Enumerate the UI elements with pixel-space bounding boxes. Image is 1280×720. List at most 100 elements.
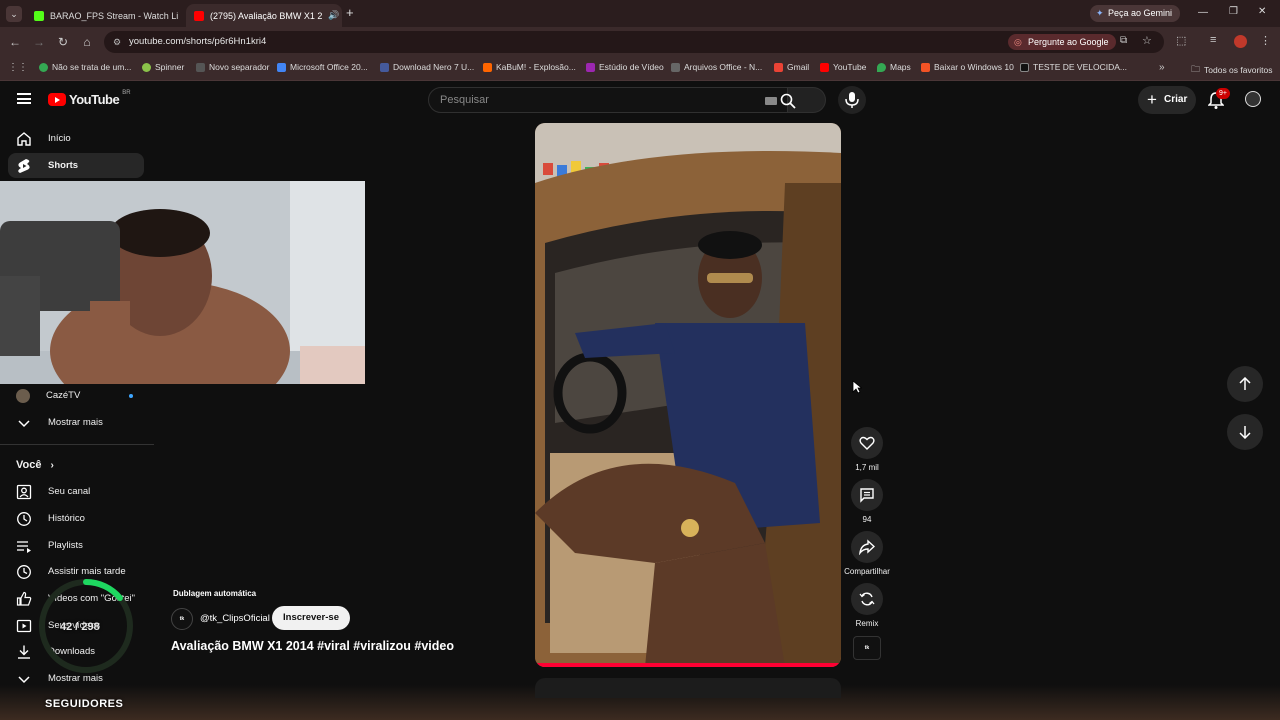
comment-count: 94 [862, 515, 872, 524]
you-section-heading[interactable]: Você › [16, 459, 54, 471]
remix-icon [859, 592, 875, 606]
bookmark-item[interactable]: TESTE DE VELOCIDA... [1020, 62, 1127, 72]
forward-icon[interactable]: → [32, 35, 46, 49]
bookmark-item[interactable]: Spinner [142, 62, 184, 72]
all-bookmarks-label: Todos os favoritos [1204, 65, 1273, 75]
follower-count: 42 / 298 [60, 621, 100, 633]
folder-icon: 🗀 [1191, 64, 1201, 74]
home-browser-icon[interactable]: ⌂ [80, 35, 94, 49]
arrow-down-icon [1239, 426, 1251, 439]
region-code: BR [122, 89, 131, 96]
bookmark-item[interactable]: Gmail [774, 62, 809, 72]
chevron-down-icon [18, 419, 30, 427]
sidebar-item-home[interactable]: Início [8, 126, 144, 151]
bookmark-item[interactable]: Arquivos Office - N... [671, 62, 762, 72]
sidebar-item-your-channel[interactable]: Seu canal [8, 479, 144, 504]
sidebar-item-history[interactable]: Histórico [8, 506, 144, 531]
gmail-icon [774, 62, 783, 72]
notification-badge: 9+ [1216, 88, 1230, 99]
sidebar-item-label: Playlists [48, 540, 83, 551]
ask-google-button[interactable]: ◎ Pergunte ao Google [1008, 34, 1116, 50]
remix-label: Remix [855, 619, 879, 628]
bookmark-favicon-icon [671, 62, 680, 72]
bookmark-label: Estúdio de Vídeo [599, 62, 664, 72]
like-button[interactable] [851, 427, 883, 459]
bookmark-label: Novo separador [209, 62, 270, 72]
bookmark-item[interactable]: Maps [877, 62, 911, 72]
show-more-subscriptions[interactable]: Mostrar mais [8, 410, 144, 435]
bookmark-label: Spinner [155, 62, 185, 72]
sidebar-item-label: Shorts [48, 160, 79, 171]
maximize-button[interactable]: ❐ [1229, 6, 1238, 17]
tab-search-icon[interactable]: ⌄ [6, 6, 22, 22]
more-bookmarks-icon[interactable]: » [1159, 62, 1165, 73]
close-window-button[interactable]: ✕ [1258, 6, 1266, 17]
bookmark-favicon-icon [483, 62, 492, 72]
sidebar-item-shorts[interactable]: Shorts [8, 153, 144, 178]
voice-search-button[interactable] [838, 86, 866, 114]
maps-icon [877, 62, 886, 72]
create-button[interactable]: + Criar [1138, 86, 1196, 114]
extensions-icon[interactable]: ⬚ [1176, 34, 1186, 47]
sidebar-item-cazetv[interactable]: CazéTV [8, 383, 144, 408]
sidebar-item-playlists[interactable]: Playlists [8, 533, 144, 558]
reload-icon[interactable]: ↻ [56, 35, 70, 49]
bookmark-favicon-icon [1020, 62, 1029, 72]
ask-google-label: Pergunte ao Google [1028, 37, 1109, 47]
bookmark-star-icon[interactable]: ☆ [1142, 34, 1152, 47]
youtube-logo[interactable]: YouTube BR [48, 89, 131, 107]
tab-barao-stream[interactable]: BARAO_FPS Stream - Watch Li ✕ [26, 4, 184, 27]
bookmark-item[interactable]: Estúdio de Vídeo [586, 62, 664, 72]
channel-handle[interactable]: @tk_ClipsOficial [200, 613, 270, 624]
media-icon[interactable]: ≡ [1210, 34, 1216, 46]
previous-short-button[interactable] [1227, 366, 1263, 402]
channel-avatar[interactable]: tk [171, 608, 193, 630]
share-button[interactable] [851, 531, 883, 563]
bookmark-item[interactable]: Novo separador [196, 62, 269, 72]
youtube-logo-text: YouTube [69, 92, 120, 107]
youtube-header: YouTube BR Pesquisar + Criar 9+ [0, 81, 1280, 119]
tab-youtube-short[interactable]: (2795) Avaliação BMW X1 2 🔊 ✕ [186, 4, 342, 27]
account-avatar[interactable] [1245, 91, 1261, 107]
minimize-button[interactable]: — [1198, 7, 1208, 18]
audio-icon[interactable]: 🔊 [328, 10, 339, 21]
apps-icon[interactable]: ⋮⋮ [8, 62, 28, 73]
profile-avatar[interactable] [1234, 35, 1247, 48]
download-icon [18, 645, 30, 659]
short-video-player[interactable] [535, 123, 841, 667]
new-tab-button[interactable]: + [346, 5, 354, 20]
bookmark-label: Gmail [787, 62, 810, 72]
back-icon[interactable]: ← [8, 35, 22, 49]
you-heading-label: Você [16, 459, 42, 471]
bookmark-item[interactable]: KaBuM! - Explosão... [483, 62, 576, 72]
channel-icon [16, 484, 32, 499]
cast-icon[interactable]: ⧉ [1120, 35, 1127, 46]
all-bookmarks-folder[interactable]: 🗀 Todos os favoritos [1191, 62, 1273, 78]
search-button[interactable] [780, 87, 826, 113]
bookmark-label: Baixar o Windows 10 [934, 62, 1014, 72]
search-input[interactable]: Pesquisar [428, 87, 788, 113]
hamburger-menu-icon[interactable] [17, 93, 31, 104]
bookmark-item[interactable]: Baixar o Windows 10 [921, 62, 1014, 72]
bookmark-favicon-icon [196, 62, 205, 72]
gemini-button[interactable]: ✦ Peça ao Gemini [1090, 5, 1181, 22]
sound-channel-thumbnail[interactable]: tk [853, 636, 881, 660]
keyboard-icon[interactable] [765, 97, 777, 105]
subscribe-button[interactable]: Inscrever-se [272, 606, 350, 630]
show-more-label: Mostrar mais [48, 417, 103, 428]
followers-label: SEGUIDORES [45, 698, 124, 710]
microphone-icon [845, 92, 859, 108]
site-info-icon[interactable]: ⚙ [113, 31, 121, 53]
bookmark-item[interactable]: Não se trata de um... [39, 62, 131, 72]
comments-button[interactable] [851, 479, 883, 511]
notifications-button[interactable]: 9+ [1206, 88, 1230, 110]
like-count: 1,7 mil [855, 463, 879, 472]
remix-button[interactable] [851, 583, 883, 615]
next-short-button[interactable] [1227, 414, 1263, 450]
bookmark-favicon-icon [142, 62, 151, 72]
bookmark-item[interactable]: Microsoft Office 20... [277, 62, 368, 72]
bookmark-item[interactable]: Download Nero 7 U... [380, 62, 474, 72]
address-bar[interactable]: ⚙ youtube.com/shorts/p6r6Hn1kri4 [104, 31, 1164, 53]
bookmark-item[interactable]: YouTube [820, 62, 866, 72]
browser-menu-icon[interactable]: ⋮ [1260, 34, 1271, 47]
